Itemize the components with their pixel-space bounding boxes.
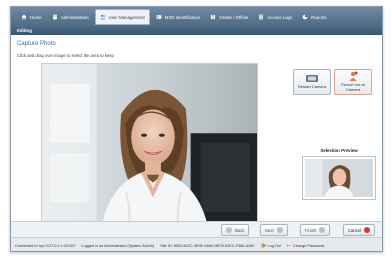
change-password-label: Change Password <box>293 243 325 248</box>
wizard-footer: Back Next Finish Cancel <box>11 221 382 237</box>
nav-home[interactable]: Home <box>17 9 46 25</box>
top-navigation: Home Administration User Management MSD … <box>11 7 382 27</box>
main-content: Capture Photo Click and drag over image … <box>11 35 382 245</box>
back-button[interactable]: Back <box>221 224 250 236</box>
logout-label: Log Out <box>267 243 282 248</box>
map-icon <box>211 14 216 20</box>
restart-camera-button[interactable]: Restart Camera <box>293 69 331 95</box>
person-not-at-camera-label: Person not at Camera <box>341 82 365 92</box>
users-icon <box>100 14 105 20</box>
connection-status: Connected to tcp://127.0.0.1:42100/ <box>15 243 76 248</box>
nav-administration-label: Administration <box>60 14 89 20</box>
nav-access-logs-label: Access Logs <box>267 14 293 20</box>
report-icon <box>302 14 308 20</box>
instruction-text: Click and drag over image to select the … <box>17 53 114 58</box>
logged-in-status: Logged in as Administrator (System Admin… <box>81 243 155 248</box>
logout-icon <box>261 243 266 248</box>
back-arrow-icon <box>226 227 232 233</box>
nav-user-management-label: User Management <box>108 14 145 20</box>
nav-msd-identification-label: MSD Identification <box>164 14 201 20</box>
log-icon <box>259 14 264 20</box>
section-header: Editing <box>11 27 382 35</box>
nav-msd-identification[interactable]: MSD Identification <box>152 9 205 25</box>
camera-icon <box>306 75 318 83</box>
finish-icon <box>319 227 326 233</box>
selection-preview <box>302 156 376 200</box>
site-id: Site ID: 8002-802C-4E9E-A6A0-9B78-81EC-F… <box>160 243 255 248</box>
next-button[interactable]: Next <box>260 224 288 236</box>
next-label: Next <box>265 227 274 233</box>
page-title: Capture Photo <box>17 41 56 47</box>
wizard-cancel-label: Cancel <box>348 227 362 233</box>
logout-link[interactable]: Log Out <box>261 243 282 248</box>
building-icon <box>52 14 57 20</box>
id-badge-icon <box>156 15 162 19</box>
person-not-at-camera-button[interactable]: Person not at Camera <box>334 69 372 95</box>
nav-reports-label: Reports <box>311 14 327 20</box>
status-bar: Connected to tcp://127.0.0.1:42100/ Logg… <box>11 237 382 251</box>
nav-access-logs[interactable]: Access Logs <box>254 9 296 25</box>
finish-label: Finish <box>305 227 317 233</box>
next-arrow-icon <box>276 227 283 233</box>
person-warning-icon <box>349 71 358 82</box>
finish-button[interactable]: Finish <box>300 224 331 236</box>
preview-photo <box>305 159 373 197</box>
captured-photo[interactable] <box>42 64 257 245</box>
nav-reports[interactable]: Reports <box>298 9 330 25</box>
cancel-icon <box>364 227 371 233</box>
change-password-link[interactable]: Change Password <box>286 243 324 248</box>
nav-user-management[interactable]: User Management <box>94 9 150 25</box>
app-window: Home Administration User Management MSD … <box>10 6 383 252</box>
nav-onsite-offsite-label: Onsite / Offsite <box>219 14 249 20</box>
restart-camera-label: Restart Camera <box>297 84 327 90</box>
key-icon <box>286 244 291 247</box>
selection-preview-label: Selection Preview <box>320 148 358 153</box>
wizard-cancel-button[interactable]: Cancel <box>343 224 376 236</box>
home-icon <box>21 14 27 20</box>
camera-photo-area[interactable] <box>41 63 258 245</box>
nav-home-label: Home <box>30 14 42 20</box>
nav-administration[interactable]: Administration <box>48 9 93 25</box>
nav-onsite-offsite[interactable]: Onsite / Offsite <box>206 9 252 25</box>
back-label: Back <box>235 227 245 233</box>
